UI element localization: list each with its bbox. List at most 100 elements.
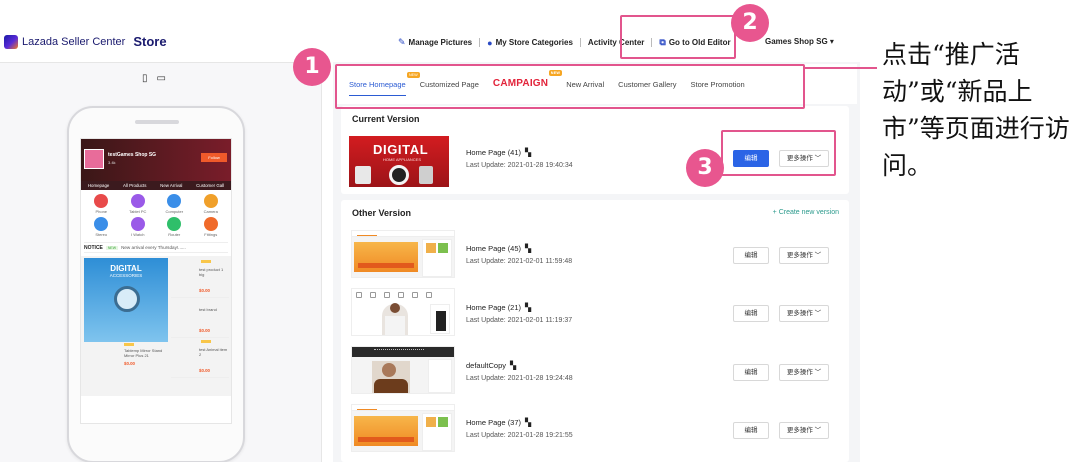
section-title: Store: [133, 34, 167, 49]
notice-bar: NOTICE NEW New arrival every Thursday!..…: [84, 242, 228, 253]
follow-button[interactable]: Follow: [201, 153, 227, 162]
version-name: Home Page (41) ▚: [466, 148, 531, 157]
thumb-products: [428, 359, 452, 393]
store-tab[interactable]: Customer Gall: [196, 181, 224, 190]
product-section: DIGITAL ACCESSORIES test product 1 big $…: [81, 256, 231, 396]
current-version-thumbnail[interactable]: DIGITAL HOME APPLIANCES: [349, 136, 449, 187]
more-actions-label: 更多操作: [786, 310, 813, 317]
version-name-text: defaultCopy: [466, 361, 507, 370]
store-tab[interactable]: New Arrival: [160, 181, 182, 190]
version-updated: Last Update: 2021-01-28 19:21:55: [466, 432, 573, 439]
store-tab[interactable]: Homepage: [88, 181, 109, 190]
qr-code-icon[interactable]: ▚: [525, 244, 531, 253]
version-thumbnail[interactable]: [351, 346, 455, 394]
category-item[interactable]: Camera: [193, 194, 230, 214]
divider: [479, 38, 481, 47]
divider: [579, 38, 581, 47]
version-updated: Last Update: 2021-01-28 19:24:48: [466, 375, 573, 382]
version-name-text: Home Page (41): [466, 148, 522, 157]
thumb-tabs: [352, 405, 454, 411]
qr-code-icon[interactable]: ▚: [510, 361, 516, 370]
version-thumbnail[interactable]: [351, 288, 455, 336]
product-name: Tablemp Mirror Stand Mirror Plus 21: [124, 348, 163, 358]
thumb-products: [422, 239, 452, 277]
qr-code-icon[interactable]: ▚: [525, 148, 531, 157]
folder-icon: ●: [487, 37, 493, 48]
fan-image: [114, 286, 140, 312]
shop-switcher[interactable]: Games Shop SG ▾: [765, 37, 834, 46]
version-name: defaultCopy ▚: [466, 361, 516, 370]
product-name: test Animal item 2: [199, 347, 228, 357]
more-actions-label: 更多操作: [786, 427, 813, 434]
category-item[interactable]: Router: [156, 217, 193, 237]
thumb-model: [372, 361, 410, 393]
store-tab[interactable]: All Products: [123, 181, 146, 190]
category-label: Router: [168, 232, 181, 237]
store-nav-tabs: Homepage All Products New Arrival Custom…: [81, 181, 231, 190]
mobile-icon[interactable]: ▯: [142, 73, 148, 84]
store-categories-link[interactable]: ● My Store Categories: [487, 38, 573, 48]
more-actions-button[interactable]: 更多操作 ﹀: [779, 364, 829, 381]
category-item[interactable]: Computer: [156, 194, 193, 214]
qr-code-icon[interactable]: ▚: [525, 303, 531, 312]
create-version-link[interactable]: + Create new version: [773, 209, 839, 216]
version-updated: Last Update: 2021-01-28 19:40:34: [466, 162, 573, 169]
more-actions-button[interactable]: 更多操作 ﹀: [779, 422, 829, 439]
version-name-text: Home Page (21): [466, 303, 522, 312]
edit-button[interactable]: 编辑: [733, 247, 769, 264]
thumb-banner: [354, 416, 418, 446]
version-name: Home Page (45) ▚: [466, 244, 531, 253]
caret-down-icon: ▾: [829, 37, 834, 46]
more-actions-button[interactable]: 更多操作 ﹀: [779, 305, 829, 322]
phone-screen[interactable]: testGames Shop SG 3.4k Follow Homepage A…: [80, 138, 232, 424]
category-icon: [94, 217, 109, 231]
chevron-down-icon: ﹀: [814, 427, 822, 434]
other-version-card: Other Version + Create new version Home …: [341, 200, 849, 462]
desktop-icon[interactable]: ▭: [157, 73, 166, 84]
version-thumbnail[interactable]: [351, 230, 455, 278]
category-icon: [167, 194, 182, 208]
category-icon: [203, 217, 218, 231]
product-price: $0.00: [199, 288, 210, 293]
store-categories-label: My Store Categories: [495, 38, 573, 47]
other-version-title: Other Version: [352, 208, 412, 218]
version-name: Home Page (37) ▚: [466, 418, 531, 427]
category-label: Camera: [203, 209, 218, 214]
qr-code-icon[interactable]: ▚: [525, 418, 531, 427]
main-content: Store Homepage NEW Customized Page CAMPAIGN…: [333, 62, 860, 462]
category-item[interactable]: Tablet PC: [120, 194, 157, 214]
category-label: Computer: [165, 209, 184, 214]
version-name-text: Home Page (45): [466, 244, 522, 253]
category-item[interactable]: Phone: [83, 194, 120, 214]
thumb-model: [382, 303, 408, 335]
store-name: testGames Shop SG: [108, 152, 157, 158]
brand-name: Lazada Seller Center: [22, 35, 126, 48]
thumb-products: [430, 304, 450, 334]
notice-text: New arrival every Thursday!......: [121, 245, 186, 250]
lazada-logo[interactable]: Lazada Seller Center Store: [4, 34, 167, 49]
more-actions-button[interactable]: 更多操作 ﹀: [779, 247, 829, 264]
product-card[interactable]: test brand $0.00: [171, 298, 229, 338]
edit-button[interactable]: 编辑: [733, 364, 769, 381]
notice-tag: NEW: [105, 245, 119, 250]
edit-button[interactable]: 编辑: [733, 422, 769, 439]
product-card[interactable]: test Animal item 2 $0.00: [171, 338, 229, 378]
version-updated: Last Update: 2021-02-01 11:19:37: [466, 317, 573, 324]
preview-panel: ▯ ▭ testGames Shop SG 3.4k Follow Homepa…: [0, 62, 322, 462]
version-name-text: Home Page (37): [466, 418, 522, 427]
edit-button[interactable]: 编辑: [733, 305, 769, 322]
annotation-note: 点击“推广活动”或“新品上市”等页面进行访问。: [882, 40, 1070, 180]
more-actions-label: 更多操作: [786, 369, 813, 376]
product-price: $0.00: [124, 361, 135, 366]
version-name: Home Page (21) ▚: [466, 303, 531, 312]
category-item[interactable]: Stereo: [83, 217, 120, 237]
category-item[interactable]: Fittings: [193, 217, 230, 237]
product-name: test brand: [199, 307, 217, 312]
manage-pictures-link[interactable]: ✎ Manage Pictures: [398, 37, 472, 48]
category-item[interactable]: I Watch: [120, 217, 157, 237]
version-thumbnail[interactable]: [351, 404, 455, 452]
product-card[interactable]: test product 1 big $0.00: [171, 258, 229, 298]
product-card[interactable]: Tablemp Mirror Stand Mirror Plus 21 $0.0…: [84, 343, 168, 394]
category-icon: [130, 217, 145, 231]
category-label: Fittings: [204, 232, 218, 237]
